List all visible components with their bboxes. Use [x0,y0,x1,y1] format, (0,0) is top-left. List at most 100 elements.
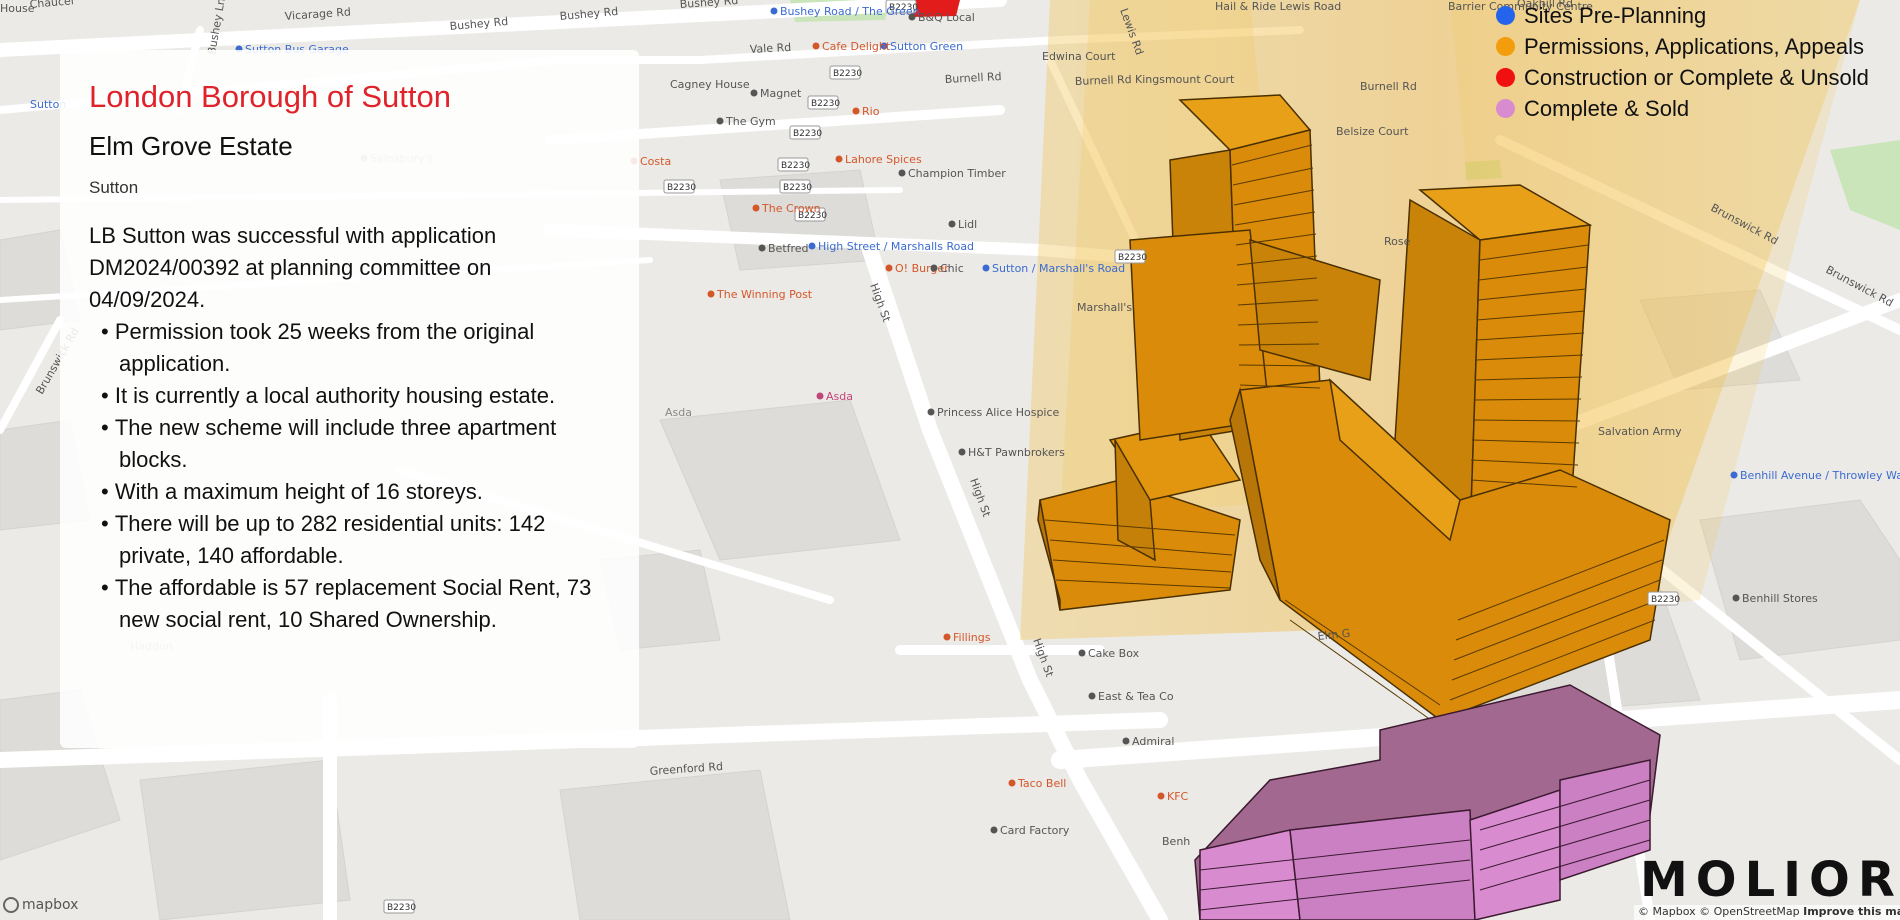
svg-text:B2230: B2230 [667,183,696,193]
svg-text:B2230: B2230 [1651,595,1680,605]
shop-icon [750,89,758,97]
poi-marker[interactable]: Lahore Spices [835,153,922,166]
poi-marker[interactable]: Cake Box [1078,647,1140,660]
road-label: Burnell Rd [1075,73,1132,88]
poi-marker[interactable]: Salvation Army [1598,425,1682,438]
poi-marker[interactable]: East & Tea Co [1088,690,1174,703]
road-shield: B2230 [777,157,810,172]
shop-icon [908,13,916,21]
svg-text:Costa: Costa [640,155,671,168]
legend-label: Complete & Sold [1524,95,1690,121]
svg-text:Magnet: Magnet [760,87,802,100]
poi-marker[interactable]: Marshall's [1077,301,1132,314]
road-label: Benh [1162,835,1190,848]
poi-marker[interactable]: Cagney House [670,78,750,91]
legend: Sites Pre-Planning Permissions, Applicat… [1496,0,1869,124]
shop-icon [930,264,938,272]
svg-text:Sutton / Marshall's Road: Sutton / Marshall's Road [992,262,1125,275]
road-shield: B2230 [383,899,416,914]
panel-bullet: There will be up to 282 residential unit… [95,508,610,572]
svg-text:Cafe Delight: Cafe Delight [822,40,891,53]
poi-marker[interactable]: H&T Pawnbrokers [958,446,1066,459]
fastfood-icon [1008,779,1016,787]
shop-icon [758,244,766,252]
svg-text:The Winning Post: The Winning Post [716,288,813,301]
legend-item-permissions: Permissions, Applications, Appeals [1496,31,1869,62]
road-shield: B2230 [779,179,812,194]
svg-text:Champion Timber: Champion Timber [908,167,1006,180]
svg-text:Hail & Ride Lewis Road: Hail & Ride Lewis Road [1215,0,1341,13]
pub-icon [752,204,760,212]
svg-text:B2230: B2230 [781,161,810,171]
svg-text:Rose: Rose [1384,235,1411,248]
mapbox-logo[interactable]: mapbox [3,897,78,913]
svg-text:Edwina Court: Edwina Court [1042,50,1116,63]
svg-text:The Crown: The Crown [761,202,821,215]
poi-marker[interactable]: Belsize Court [1336,125,1409,138]
fastfood-icon [885,264,893,272]
poi-marker[interactable]: Sutton / Marshall's Road [982,262,1126,275]
poi-marker[interactable]: Card Factory [990,824,1070,837]
svg-text:Princess Alice Hospice: Princess Alice Hospice [937,406,1060,419]
road-shield: B2230 [1647,591,1680,606]
poi-marker[interactable]: Rose [1384,235,1411,248]
restaurant-icon [835,155,843,163]
poi-marker[interactable]: Sutton Green [880,40,964,53]
legend-label: Construction or Complete & Unsold [1524,64,1869,90]
panel-bullet: With a maximum height of 16 storeys. [95,476,610,508]
svg-text:Chic: Chic [940,262,964,275]
shop-icon [927,408,935,416]
bus-icon [1730,471,1738,479]
attribution-bar: © Mapbox © OpenStreetMap Improve this ma… [1634,905,1900,920]
attribution-osm-link[interactable]: © OpenStreetMap [1699,905,1800,918]
legend-dot [1496,68,1515,87]
panel-bullets: Permission took 25 weeks from the origin… [89,316,610,636]
svg-text:Card Factory: Card Factory [1000,824,1070,837]
legend-dot [1496,37,1515,56]
poi-marker[interactable]: High Street / Marshalls Road [808,240,975,253]
svg-text:Admiral: Admiral [1132,735,1174,748]
bus-icon [982,264,990,272]
info-panel: London Borough of Sutton Elm Grove Estat… [60,50,639,748]
road-shield: B2230 [789,125,822,140]
improve-map-link[interactable]: Improve this map [1803,905,1900,918]
shop-icon [990,826,998,834]
poi-marker[interactable]: The Crown [752,202,821,215]
svg-text:Fillings: Fillings [953,631,991,644]
poi-marker[interactable]: Taco Bell [1008,777,1067,790]
poi-marker[interactable]: Princess Alice Hospice [927,406,1060,419]
shop-icon [1732,594,1740,602]
poi-marker[interactable]: Benhill Stores [1732,592,1818,605]
svg-text:Benhill Avenue / Throwley Way: Benhill Avenue / Throwley Way [1740,469,1900,482]
svg-text:Betfred: Betfred [768,242,809,255]
poi-marker[interactable]: Hail & Ride Lewis Road [1215,0,1341,13]
panel-subtitle: Elm Grove Estate [89,131,293,162]
panel-bullet: Permission took 25 weeks from the origin… [95,316,610,380]
road-label: Burnell Rd [1360,80,1417,93]
svg-text:H&T Pawnbrokers: H&T Pawnbrokers [968,446,1065,459]
gym-icon [716,117,724,125]
road-label: House [0,2,35,15]
poi-marker[interactable]: Edwina Court [1042,50,1116,63]
poi-marker[interactable]: Benhill Avenue / Throwley Way [1730,469,1900,482]
legend-dot [1496,99,1515,118]
legend-dot [1496,6,1515,25]
svg-text:Marshall's: Marshall's [1077,301,1132,314]
poi-marker[interactable]: Champion Timber [898,167,1007,180]
poi-marker[interactable]: Cafe Delight [812,40,891,53]
poi-marker[interactable]: The Winning Post [707,288,813,301]
cafe-icon [812,42,820,50]
shop-icon [958,448,966,456]
poi-marker[interactable]: The Gym [716,115,776,128]
poi-marker[interactable]: Bushey Road / The Green [770,5,920,18]
shop-icon [898,169,906,177]
attribution-mapbox-link[interactable]: © Mapbox [1638,905,1696,918]
panel-bullet: The new scheme will include three apartm… [95,412,610,476]
shop-icon [816,392,824,400]
poi-marker[interactable]: B&Q Local [908,11,975,24]
shop-icon [948,220,956,228]
restaurant-icon [852,107,860,115]
legend-item-pre-planning: Sites Pre-Planning [1496,0,1869,31]
shop-icon [1122,737,1130,745]
road-label: Vale Rd [749,41,791,56]
